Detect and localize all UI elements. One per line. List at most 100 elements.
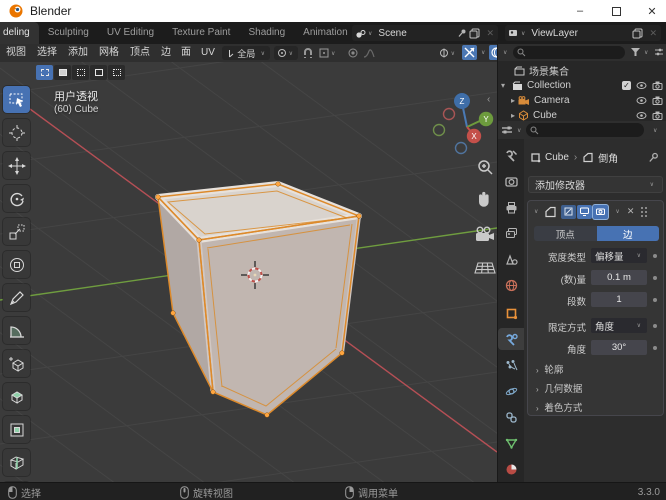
cube-mesh[interactable] bbox=[155, 181, 362, 418]
properties-search-input[interactable] bbox=[526, 123, 644, 137]
toggle-edit-mode-display[interactable] bbox=[561, 204, 577, 219]
tab-modifiers[interactable] bbox=[498, 328, 525, 350]
breadcrumb-object[interactable]: Cube bbox=[545, 152, 569, 163]
tab-physics[interactable] bbox=[498, 380, 524, 402]
tool-loop-cut[interactable] bbox=[3, 449, 30, 476]
toggle-perspective-icon[interactable] bbox=[474, 262, 496, 274]
editor-type-chevron-icon[interactable]: ∨ bbox=[501, 49, 509, 56]
angle-field[interactable]: 30° bbox=[591, 340, 647, 355]
navigation-gizmo[interactable]: Z Y X bbox=[432, 93, 494, 155]
pin-icon[interactable] bbox=[457, 28, 467, 38]
outliner-search-input[interactable] bbox=[513, 46, 625, 59]
drag-handle-icon[interactable] bbox=[640, 206, 648, 217]
subpanel-profile[interactable]: › 轮廓 bbox=[536, 362, 563, 376]
tab-particles[interactable] bbox=[498, 354, 524, 376]
pin-icon[interactable] bbox=[648, 152, 659, 163]
tab-world[interactable] bbox=[498, 274, 524, 296]
close-button[interactable]: ✕ bbox=[635, 0, 666, 22]
menu-edge[interactable]: 边 bbox=[157, 44, 175, 62]
menu-select[interactable]: 选择 bbox=[33, 44, 61, 62]
transform-orientation-dropdown[interactable]: 全局 ∨ bbox=[222, 46, 270, 60]
scene-name[interactable]: Scene bbox=[374, 28, 457, 39]
collapse-icon[interactable]: ▸ bbox=[508, 96, 518, 105]
tab-texture-paint[interactable]: Texture Paint bbox=[163, 22, 239, 44]
toggle-render-display[interactable] bbox=[593, 204, 609, 219]
tab-object-data[interactable] bbox=[498, 432, 524, 454]
select-mode-new[interactable] bbox=[36, 65, 53, 80]
add-modifier-button[interactable]: 添加修改器 ∨ bbox=[528, 176, 663, 193]
tool-inset-faces[interactable] bbox=[3, 416, 30, 443]
select-mode-intersect[interactable] bbox=[108, 65, 125, 80]
tab-render[interactable] bbox=[498, 170, 524, 192]
viewport-shading-button[interactable] bbox=[489, 45, 497, 60]
tool-move[interactable] bbox=[3, 152, 30, 179]
breadcrumb-modifier[interactable]: 倒角 bbox=[598, 150, 618, 165]
hide-eye-icon[interactable] bbox=[636, 81, 647, 90]
select-mode-invert[interactable] bbox=[90, 65, 107, 80]
tab-material[interactable] bbox=[498, 458, 524, 480]
minimize-button[interactable]: – bbox=[563, 0, 597, 22]
outliner-row-cube[interactable]: ▸ Cube bbox=[498, 108, 666, 121]
chevron-down-icon[interactable]: ∨ bbox=[515, 127, 523, 134]
tool-measure[interactable] bbox=[3, 317, 30, 344]
collection-checkbox[interactable]: ✓ bbox=[622, 81, 631, 90]
menu-face[interactable]: 面 bbox=[177, 44, 195, 62]
filter-options-icon[interactable] bbox=[654, 47, 664, 57]
maximize-button[interactable] bbox=[599, 0, 633, 22]
row-label[interactable]: Camera bbox=[534, 95, 570, 106]
menu-mesh[interactable]: 网格 bbox=[95, 44, 123, 62]
menu-uv[interactable]: UV bbox=[197, 44, 219, 62]
animate-dot[interactable] bbox=[653, 276, 657, 280]
pan-hand-icon[interactable] bbox=[479, 191, 489, 207]
hide-eye-icon[interactable] bbox=[636, 111, 647, 120]
menu-vertex[interactable]: 顶点 bbox=[126, 44, 154, 62]
menu-add[interactable]: 添加 bbox=[64, 44, 92, 62]
new-scene-icon[interactable] bbox=[469, 28, 480, 39]
animate-dot[interactable] bbox=[653, 324, 657, 328]
tool-annotate[interactable] bbox=[3, 284, 30, 311]
unlink-scene-icon[interactable]: ✕ bbox=[482, 28, 498, 39]
limit-method-dropdown[interactable]: 角度 ∨ bbox=[591, 318, 647, 333]
tab-uv-editing[interactable]: UV Editing bbox=[98, 22, 163, 44]
tab-scene[interactable] bbox=[498, 248, 524, 270]
tool-cursor[interactable] bbox=[3, 119, 30, 146]
tab-object[interactable] bbox=[498, 302, 524, 324]
tab-shading[interactable]: Shading bbox=[239, 22, 294, 44]
tab-output[interactable] bbox=[498, 196, 524, 218]
toggle-realtime-display[interactable] bbox=[577, 204, 593, 219]
show-gizmo-dropdown[interactable]: ∨ bbox=[436, 46, 460, 60]
segments-field[interactable]: 1 bbox=[591, 292, 647, 307]
tool-extrude-region[interactable] bbox=[3, 383, 30, 410]
snap-target-dropdown[interactable]: ∨ bbox=[316, 46, 342, 60]
tool-rotate[interactable] bbox=[3, 185, 30, 212]
tool-scale[interactable] bbox=[3, 218, 30, 245]
subpanel-shading[interactable]: › 着色方式 bbox=[536, 400, 582, 414]
tab-tool[interactable] bbox=[498, 144, 524, 166]
tab-constraints[interactable] bbox=[498, 406, 524, 428]
select-mode-subtract[interactable] bbox=[72, 65, 89, 80]
filter-icon[interactable] bbox=[631, 48, 640, 57]
outliner-row-camera[interactable]: ▸ Camera bbox=[498, 93, 666, 108]
falloff-curve-icon[interactable] bbox=[363, 48, 375, 58]
xray-toggle-button[interactable] bbox=[462, 45, 477, 60]
disable-render-icon[interactable] bbox=[652, 111, 663, 120]
disable-render-icon[interactable] bbox=[652, 81, 663, 90]
width-type-dropdown[interactable]: 偏移量 ∨ bbox=[591, 248, 647, 263]
viewlayer-name[interactable]: ViewLayer bbox=[527, 28, 630, 39]
tool-select-box[interactable] bbox=[3, 86, 30, 113]
affect-edges-button[interactable]: 边 bbox=[596, 226, 659, 241]
collapse-icon[interactable]: ▸ bbox=[508, 111, 518, 120]
modifier-extras-icon[interactable]: ∨ bbox=[613, 208, 621, 215]
viewlayer-selector[interactable]: ∨ ViewLayer ✕ bbox=[505, 25, 661, 41]
tool-transform[interactable] bbox=[3, 251, 30, 278]
proportional-editing-icon[interactable] bbox=[348, 48, 358, 58]
region-collapse-icon[interactable]: ‹ bbox=[487, 94, 490, 105]
delete-modifier-icon[interactable]: ✕ bbox=[627, 206, 635, 217]
remove-viewlayer-icon[interactable]: ✕ bbox=[645, 28, 661, 39]
tool-add-cube[interactable] bbox=[3, 350, 30, 377]
panel-expand-icon[interactable]: ∨ bbox=[532, 208, 540, 215]
scene-selector[interactable]: ∨ Scene ✕ bbox=[352, 25, 498, 41]
subpanel-geometry[interactable]: › 几何数据 bbox=[536, 381, 582, 395]
row-label[interactable]: Cube bbox=[533, 110, 557, 121]
new-viewlayer-icon[interactable] bbox=[632, 28, 643, 39]
